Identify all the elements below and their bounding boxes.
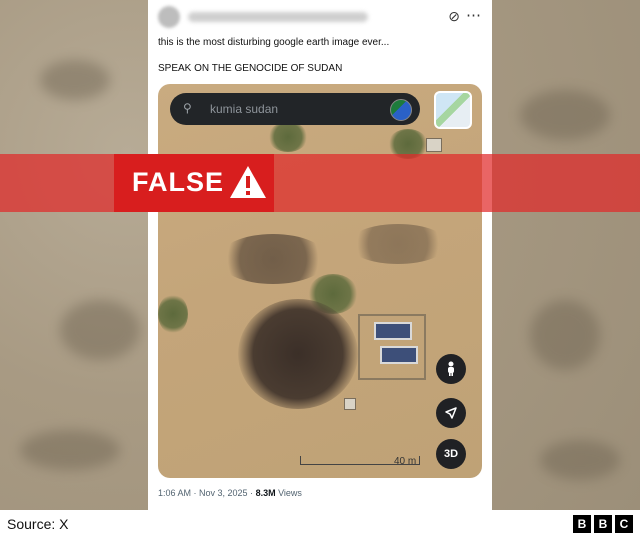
layers-thumbnail[interactable] bbox=[434, 91, 472, 129]
view-count: 8.3M bbox=[255, 488, 276, 498]
crowd-cluster bbox=[348, 224, 448, 264]
bbc-logo-letter: B bbox=[594, 515, 612, 533]
verdict-text: FALSE bbox=[132, 167, 225, 197]
caption-footer: Source: X B B C bbox=[0, 510, 640, 539]
3d-button[interactable]: 3D bbox=[436, 439, 466, 469]
street-view-icon[interactable] bbox=[436, 354, 466, 384]
source-credit: Source: X bbox=[7, 516, 69, 532]
grok-icon[interactable]: ⊘ bbox=[448, 8, 460, 25]
bbc-logo-letter: C bbox=[615, 515, 633, 533]
post-text-line2: SPEAK ON THE GENOCIDE OF SUDAN bbox=[158, 63, 343, 74]
search-input[interactable]: kumia sudan bbox=[210, 102, 278, 116]
bbc-logo-letter: B bbox=[573, 515, 591, 533]
warning-icon bbox=[230, 166, 266, 198]
bbc-logo: B B C bbox=[573, 515, 633, 533]
map-screenshot[interactable]: ⚲ kumia sudan 3D 40 m bbox=[158, 84, 482, 478]
post-header: ⊘ ⋯ bbox=[158, 6, 482, 30]
post-text-line1: this is the most disturbing google earth… bbox=[158, 37, 390, 48]
more-icon[interactable]: ⋯ bbox=[466, 6, 482, 24]
views-label: Views bbox=[275, 488, 302, 498]
tree bbox=[158, 294, 188, 334]
fact-check-banner bbox=[0, 154, 640, 212]
account-avatar-icon[interactable] bbox=[390, 99, 412, 121]
building bbox=[426, 138, 442, 152]
search-icon: ⚲ bbox=[183, 101, 192, 115]
scale-label: 40 m bbox=[394, 456, 417, 467]
navigate-icon[interactable] bbox=[436, 398, 466, 428]
social-post: ⊘ ⋯ this is the most disturbing google e… bbox=[148, 0, 492, 510]
tree bbox=[268, 122, 308, 152]
solar-panel bbox=[380, 346, 418, 364]
walled-compound bbox=[358, 314, 426, 380]
post-timestamp[interactable]: 1:06 AM · Nov 3, 2025 · bbox=[158, 488, 256, 498]
map-search-bar[interactable]: ⚲ kumia sudan bbox=[170, 93, 420, 125]
false-verdict-label: FALSE bbox=[114, 154, 274, 212]
building bbox=[344, 398, 356, 410]
redacted-username bbox=[188, 12, 368, 22]
crowd-cluster bbox=[218, 234, 328, 284]
post-metadata: 1:06 AM · Nov 3, 2025 · 8.3M Views bbox=[158, 488, 302, 498]
avatar[interactable] bbox=[158, 6, 180, 28]
solar-panel bbox=[374, 322, 412, 340]
crowd-cluster bbox=[238, 299, 358, 409]
